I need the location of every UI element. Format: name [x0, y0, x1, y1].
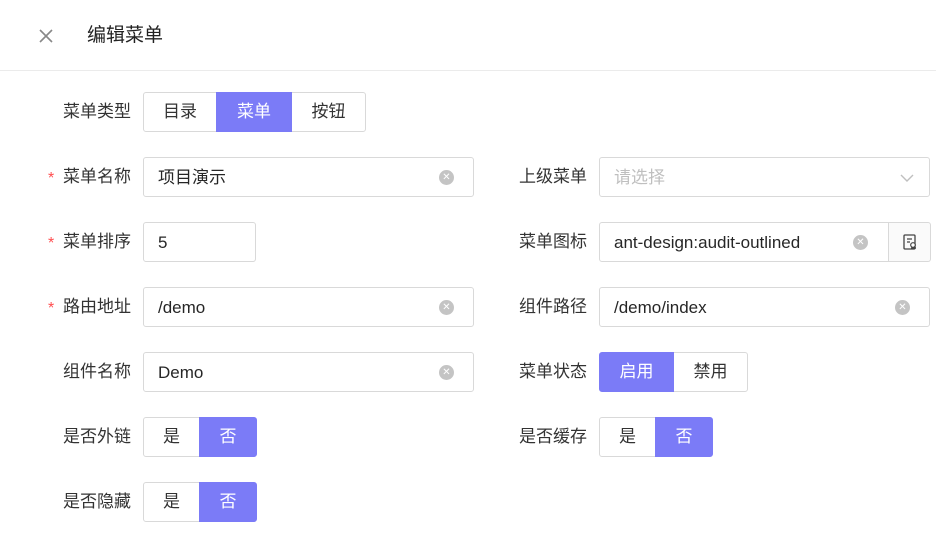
menu-icon-label: 菜单图标 — [519, 232, 587, 251]
menu-status-label: 菜单状态 — [519, 362, 587, 381]
menu-status-option-disabled[interactable]: 禁用 — [673, 352, 748, 392]
menu-status-segmented: 启用 禁用 — [599, 352, 748, 392]
menu-name-value: 项目演示 — [158, 168, 226, 187]
menu-order-input[interactable]: 5 — [143, 222, 256, 262]
component-path-input[interactable]: /demo/index ✕ — [599, 287, 930, 327]
is-external-segmented: 是 否 — [143, 417, 257, 457]
parent-menu-label: 上级菜单 — [519, 167, 587, 186]
is-hidden-option-no[interactable]: 否 — [199, 482, 257, 522]
route-path-label: 路由地址 — [63, 297, 131, 316]
required-mark: * — [48, 300, 55, 317]
menu-order-value: 5 — [158, 233, 168, 252]
menu-type-option-directory[interactable]: 目录 — [143, 92, 217, 132]
is-hidden-segmented: 是 否 — [143, 482, 257, 522]
icon-picker-button[interactable] — [889, 222, 931, 262]
menu-icon-value: ant-design:audit-outlined — [614, 233, 801, 252]
is-hidden-label: 是否隐藏 — [63, 492, 131, 511]
menu-type-option-button[interactable]: 按钮 — [291, 92, 366, 132]
menu-name-label: 菜单名称 — [63, 167, 131, 186]
audit-icon — [902, 234, 916, 250]
is-external-label: 是否外链 — [63, 427, 131, 446]
drawer-title: 编辑菜单 — [87, 25, 164, 46]
parent-menu-placeholder: 请选择 — [614, 168, 665, 187]
is-hidden-option-yes[interactable]: 是 — [143, 482, 200, 522]
clear-icon[interactable]: ✕ — [853, 235, 868, 250]
clear-icon[interactable]: ✕ — [439, 170, 454, 185]
component-path-label: 组件路径 — [519, 297, 587, 316]
is-external-option-no[interactable]: 否 — [199, 417, 257, 457]
clear-icon[interactable]: ✕ — [439, 365, 454, 380]
menu-type-option-menu[interactable]: 菜单 — [216, 92, 292, 132]
clear-icon[interactable]: ✕ — [439, 300, 454, 315]
is-cached-option-no[interactable]: 否 — [655, 417, 713, 457]
close-icon[interactable] — [34, 24, 58, 48]
route-path-value: /demo — [158, 298, 206, 317]
component-name-input[interactable]: Demo ✕ — [143, 352, 474, 392]
required-mark: * — [48, 170, 55, 187]
menu-order-label: 菜单排序 — [63, 232, 131, 251]
menu-status-option-enabled[interactable]: 启用 — [599, 352, 674, 392]
is-cached-label: 是否缓存 — [519, 427, 587, 446]
is-external-option-yes[interactable]: 是 — [143, 417, 200, 457]
component-path-value: /demo/index — [614, 298, 707, 317]
menu-type-label: 菜单类型 — [63, 102, 131, 121]
menu-type-segmented: 目录 菜单 按钮 — [143, 92, 366, 132]
is-cached-option-yes[interactable]: 是 — [599, 417, 656, 457]
route-path-input[interactable]: /demo ✕ — [143, 287, 474, 327]
drawer-header: 编辑菜单 — [0, 0, 936, 71]
component-name-value: Demo — [158, 363, 204, 382]
menu-name-input[interactable]: 项目演示 ✕ — [143, 157, 474, 197]
is-cached-segmented: 是 否 — [599, 417, 713, 457]
chevron-down-icon — [900, 174, 914, 182]
parent-menu-select[interactable]: 请选择 — [599, 157, 930, 197]
component-name-label: 组件名称 — [63, 362, 131, 381]
clear-icon[interactable]: ✕ — [895, 300, 910, 315]
menu-icon-input[interactable]: ant-design:audit-outlined ✕ — [599, 222, 889, 262]
required-mark: * — [48, 235, 55, 252]
